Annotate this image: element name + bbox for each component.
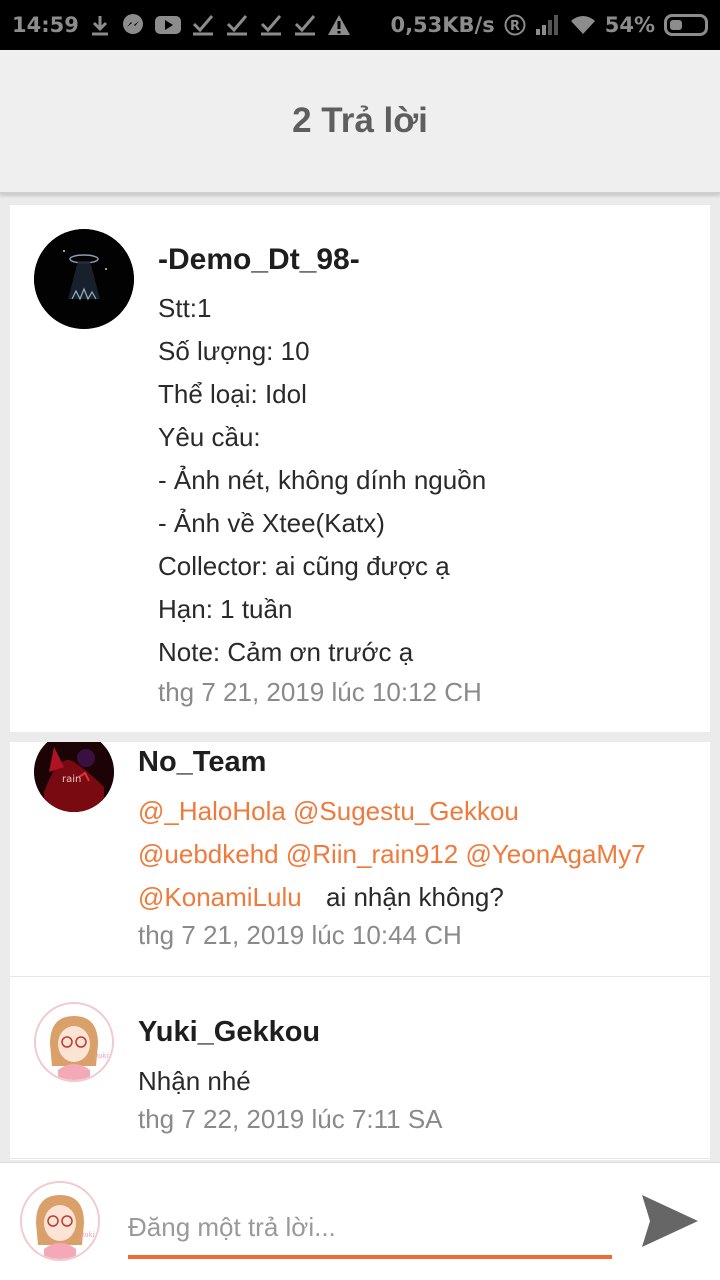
youtube-icon	[154, 15, 181, 35]
reply-username[interactable]: Yuki_Gekkou	[138, 1016, 320, 1049]
original-post-card: -Demo_Dt_98- Stt:1 Số lượng: 10 Thể loại…	[10, 205, 710, 732]
network-speed: 0,53KB/s	[390, 13, 495, 37]
post-username[interactable]: -Demo_Dt_98-	[158, 243, 360, 277]
svg-text:yuki: yuki	[93, 1052, 109, 1060]
reply-text: ai nhận không?	[326, 882, 504, 912]
battery-icon	[664, 14, 708, 36]
signal-icon	[535, 14, 561, 36]
post-line: Yêu cầu:	[158, 422, 261, 452]
send-icon	[642, 1195, 698, 1247]
send-button[interactable]	[638, 1191, 702, 1251]
page-title: 2 Trả lời	[292, 101, 428, 140]
messenger-icon	[121, 13, 145, 37]
status-bar: 14:59 0,53KB/s R 54%	[0, 0, 720, 50]
avatar[interactable]: rain	[34, 742, 114, 812]
check-icon	[225, 14, 249, 36]
reply-timestamp: thg 7 22, 2019 lúc 7:11 SA	[138, 1104, 443, 1134]
check-icon	[191, 14, 215, 36]
roaming-icon: R	[504, 14, 526, 36]
replies-list: rain No_Team @_HaloHola @Sugestu_Gekkou …	[10, 742, 710, 1160]
reply-timestamp: thg 7 21, 2019 lúc 10:44 CH	[138, 920, 462, 950]
status-time: 14:59	[12, 13, 79, 37]
reply-mentions[interactable]: @uebdkehd @Riin_rain912 @YeonAgaMy7	[138, 839, 646, 870]
current-user-avatar[interactable]: yuki	[20, 1181, 100, 1261]
post-line: Thể loại: Idol	[158, 379, 307, 409]
post-line: Note: Cảm ơn trước ạ	[158, 637, 414, 667]
check-icon	[293, 14, 317, 36]
svg-text:rain: rain	[62, 774, 81, 785]
post-line: Stt:1	[158, 293, 212, 323]
reply-mentions[interactable]: @_HaloHola @Sugestu_Gekkou	[138, 796, 519, 827]
avatar[interactable]: yuki	[34, 1002, 114, 1082]
post-line: - Ảnh nét, không dính nguồn	[158, 465, 487, 495]
post-line: Số lượng: 10	[158, 336, 310, 366]
divider	[10, 976, 710, 977]
avatar[interactable]	[34, 229, 134, 329]
app-header: 2 Trả lời	[0, 50, 720, 194]
reply-input[interactable]	[128, 1199, 612, 1259]
reply-username[interactable]: No_Team	[138, 746, 266, 779]
post-line: - Ảnh về Xtee(Katx)	[158, 508, 385, 538]
divider	[10, 1158, 710, 1159]
post-timestamp: thg 7 21, 2019 lúc 10:12 CH	[158, 677, 482, 707]
post-line: Collector: ai cũng được ạ	[158, 551, 450, 581]
reply-mentions[interactable]: @KonamiLulu	[138, 882, 302, 913]
wifi-icon	[570, 14, 596, 36]
post-line: Hạn: 1 tuần	[158, 594, 293, 624]
reply-composer: yuki	[0, 1162, 720, 1280]
warning-icon	[327, 14, 351, 36]
svg-text:yuki: yuki	[79, 1231, 95, 1239]
battery-percent: 54%	[604, 13, 655, 37]
check-icon	[259, 14, 283, 36]
download-icon	[89, 14, 111, 36]
svg-text:R: R	[510, 19, 520, 34]
reply-text: Nhận nhé	[138, 1066, 251, 1096]
